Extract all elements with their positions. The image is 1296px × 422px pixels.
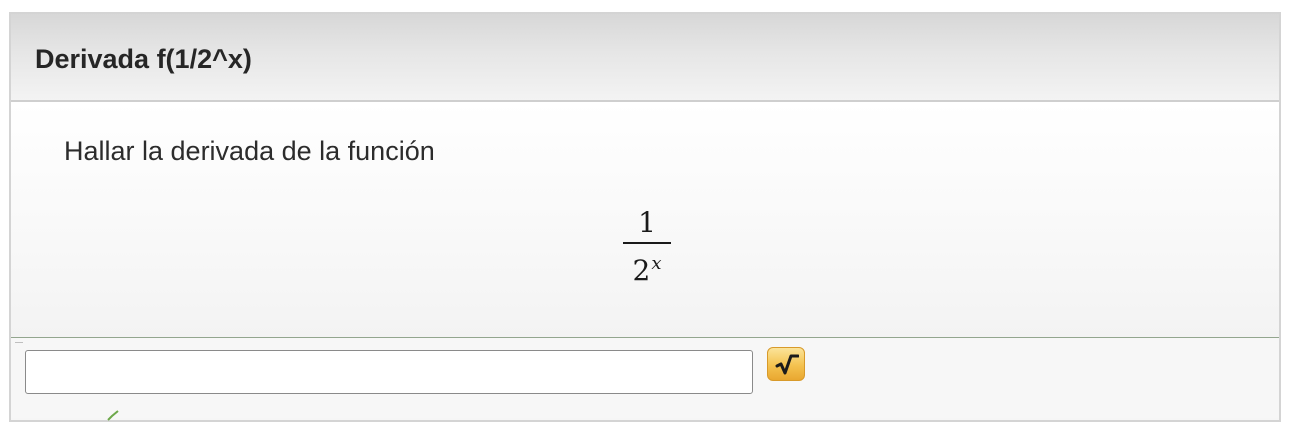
question-instruction: Hallar la derivada de la función [64, 136, 435, 166]
question-card: Derivada f(1/2^x) Hallar la derivada de … [9, 12, 1281, 422]
square-root-icon [775, 354, 799, 375]
answer-area [11, 338, 1279, 421]
question-title: Derivada f(1/2^x) [35, 44, 252, 74]
check-icon [107, 410, 119, 421]
question-header: Derivada f(1/2^x) [11, 14, 1279, 102]
fraction-numerator: 1 [638, 206, 656, 239]
formula-fraction: 1 2x [623, 206, 671, 288]
math-editor-button[interactable] [767, 347, 805, 381]
divider-mark [15, 342, 23, 343]
fraction-denominator: 2x [623, 247, 671, 288]
denominator-base: 2 [632, 254, 651, 287]
denominator-exponent: x [651, 253, 662, 274]
answer-input[interactable] [25, 350, 753, 394]
fraction-bar [623, 242, 671, 244]
question-body: Hallar la derivada de la función 1 2x [11, 102, 1279, 338]
